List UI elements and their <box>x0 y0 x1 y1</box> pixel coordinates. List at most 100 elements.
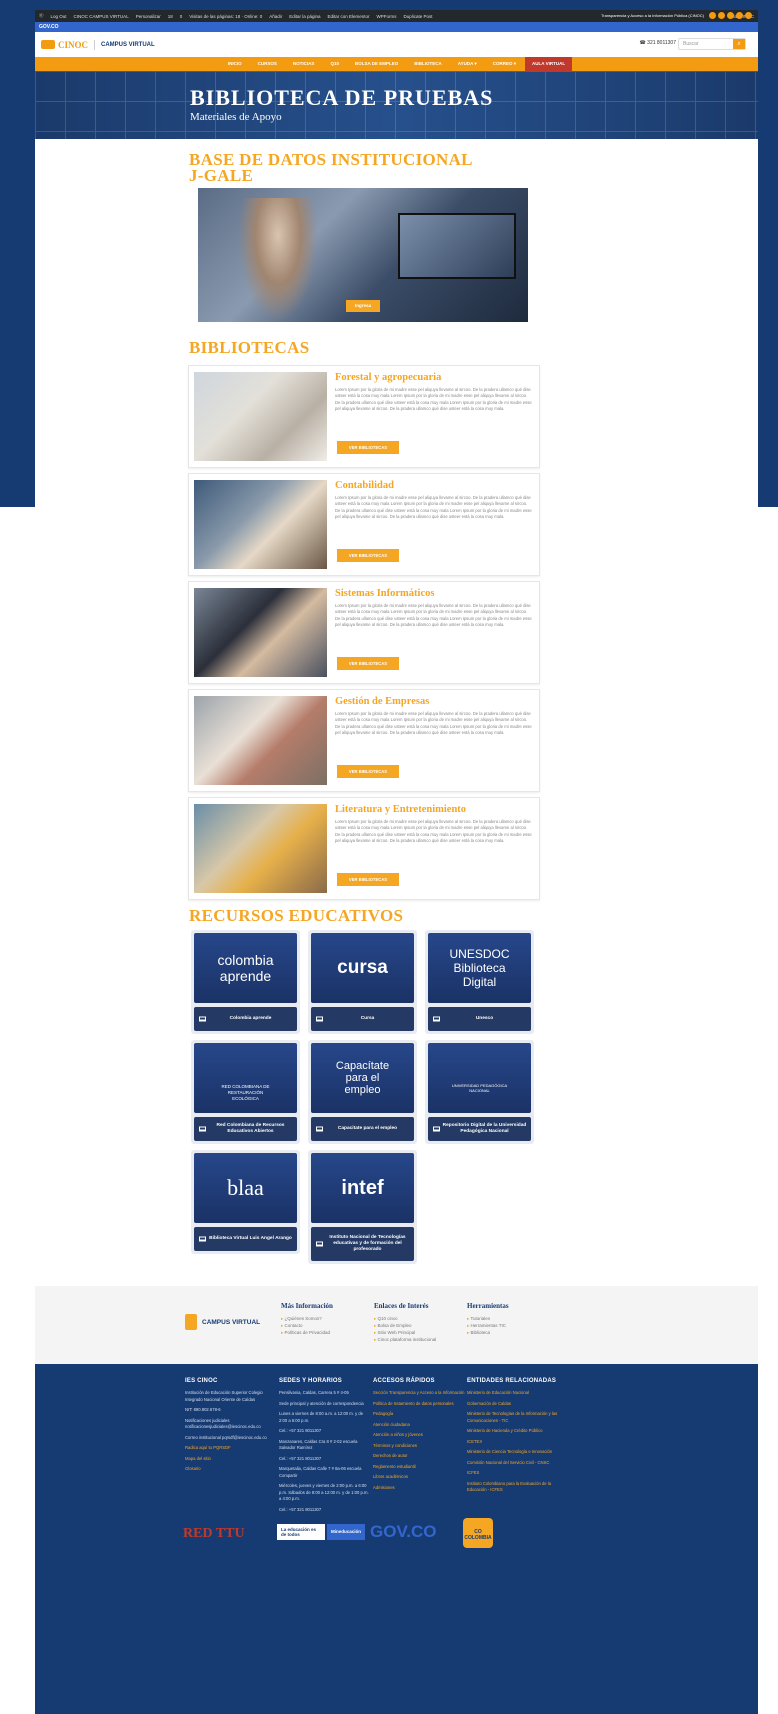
footer-link[interactable]: Mapa del sitio <box>185 1456 277 1463</box>
footer-col-mas-info: Más Información ¿Quiénes Somos? Contacto… <box>281 1302 333 1336</box>
ver-bibliotecas-button[interactable]: VER BIBLIOTECAS <box>337 873 399 886</box>
resource-card-colombia-aprende[interactable]: colombia aprende Colombia aprende <box>191 930 300 1034</box>
red-restauracion-logo: RED COLOMBIANA DE RESTAURACIÓN ECOLÓGICA <box>194 1043 297 1113</box>
nav-aula-virtual[interactable]: AULA VIRTUAL <box>525 57 573 71</box>
footer-link[interactable]: Bolsa de Empleo <box>374 1322 436 1329</box>
mineducacion-logo[interactable]: Mineducación <box>327 1524 366 1540</box>
resource-card-upn[interactable]: UNIVERSIDAD PEDAGÓGICA NACIONAL Reposito… <box>425 1040 534 1144</box>
footer-link[interactable]: Admisiones <box>373 1485 465 1492</box>
resource-card-cursa[interactable]: cursa Cursa <box>308 930 417 1034</box>
footer-link[interactable]: Contacto <box>281 1322 333 1329</box>
nav-biblioteca[interactable]: BIBLIOTECA <box>407 57 449 71</box>
twitter-icon[interactable] <box>718 12 725 19</box>
admin-customize[interactable]: Personalizar <box>136 14 161 19</box>
resource-card-blaa[interactable]: blaa Biblioteca Virtual Luis Angel Arang… <box>191 1150 300 1254</box>
ver-bibliotecas-button[interactable]: VER BIBLIOTECAS <box>337 441 399 454</box>
footer-link[interactable]: Atención a niños y jóvenes <box>373 1432 465 1439</box>
admin-comments[interactable]: 0 <box>180 14 183 19</box>
footer-link[interactable]: Cinoc plataforma institucional <box>374 1336 437 1343</box>
footer-link[interactable]: Herramientas TIC <box>467 1322 509 1329</box>
search-input[interactable]: Buscar ⌕ <box>678 38 746 50</box>
educacion-logo[interactable]: La educación es de todos <box>277 1524 325 1540</box>
footer-logo[interactable]: CAMPUS VIRTUAL <box>185 1314 260 1330</box>
footer-text: Pensilvania, Caldas, Carrera 5 # 4-05 <box>279 1390 349 1395</box>
footer-link[interactable]: Radica aquí tu PQRSDF <box>185 1445 277 1452</box>
nav-correo[interactable]: CORREO ▾ <box>486 57 523 71</box>
footer-link[interactable]: Tutoriales <box>467 1315 509 1322</box>
nav-ayuda[interactable]: AYUDA ▾ <box>451 57 484 71</box>
footer-link[interactable]: ¿Quiénes Somos? <box>281 1315 333 1322</box>
recursos-title: RECURSOS EDUCATIVOS <box>189 906 404 925</box>
resource-card-unesco[interactable]: UNESDOC Biblioteca Digital Unesco <box>425 930 534 1034</box>
footer-link[interactable]: ICFES <box>467 1470 559 1477</box>
footer-link[interactable]: Reglamento estudiantil <box>373 1464 465 1471</box>
footer-link[interactable]: Atención ciudadana <box>373 1422 465 1429</box>
resource-label: Repositorio Digital de la Universidad Pe… <box>428 1117 531 1141</box>
gov-logo[interactable]: GOV.CO <box>39 24 59 30</box>
footer-link[interactable]: Ministerio de Hacienda y Crédito Público <box>467 1428 559 1435</box>
footer-link[interactable]: Sitio Web Principal <box>374 1329 436 1336</box>
footer-link[interactable]: Comisión Nacional del Servicio Civil - C… <box>467 1460 559 1467</box>
library-card: Literatura y Entretenimiento Lorem Ipsum… <box>188 797 540 900</box>
resource-card-intef[interactable]: intef Instituto Nacional de Tecnologías … <box>308 1150 417 1264</box>
jgale-screen-image <box>398 213 516 279</box>
wp-logo-icon[interactable]: ⓪ <box>39 13 44 19</box>
jgale-ingresa-button[interactable]: Ingresa <box>346 300 380 312</box>
footer-link[interactable]: Ministerio de Educación Nacional <box>467 1390 559 1397</box>
footer-link[interactable]: Glosario <box>185 1466 277 1473</box>
nav-bolsa-empleo[interactable]: BOLSA DE EMPLEO <box>348 57 405 71</box>
footer-column: ACCESOS RÁPIDOS Sección Transparencia y A… <box>373 1378 465 1495</box>
nav-q10[interactable]: Q10 <box>323 57 346 71</box>
admin-site[interactable]: CINOC CAMPUS VIRTUAL <box>74 14 129 19</box>
admin-elementor[interactable]: Editar con Elementor <box>328 14 370 19</box>
linkedin-icon[interactable] <box>745 12 752 19</box>
resource-label-text: Colombia aprende <box>229 1016 272 1021</box>
resource-card-capacitate[interactable]: Capacítate para el empleo Capacitate par… <box>308 1040 417 1144</box>
footer-link[interactable]: Ministerio de Tecnologías de la Informac… <box>467 1411 559 1424</box>
jgale-banner[interactable]: Ingresa <box>198 188 528 322</box>
admin-updates[interactable]: 18 <box>168 14 173 19</box>
facebook-icon[interactable] <box>709 12 716 19</box>
footer-link[interactable]: Términos y condiciones <box>373 1443 465 1450</box>
footer-col-title: Más Información <box>281 1302 333 1310</box>
govco-logo[interactable]: GOV.CO <box>370 1522 436 1542</box>
transparency-label[interactable]: Transparencia y Acceso a la Información … <box>601 13 704 18</box>
youtube-icon[interactable] <box>736 12 743 19</box>
footer-link[interactable]: Ministerio de Ciencia Tecnología e Innov… <box>467 1449 559 1456</box>
footer-link[interactable]: Pedagogía <box>373 1411 465 1418</box>
nav-cursos[interactable]: CURSOS <box>251 57 284 71</box>
laptop-icon <box>433 1016 440 1022</box>
footer-link[interactable]: Derechos de autor <box>373 1453 465 1460</box>
colombia-logo[interactable]: CO COLOMBIA <box>463 1518 493 1548</box>
footer-link[interactable]: Gobernación de Caldas <box>467 1401 559 1408</box>
footer-link[interactable]: Sección Transparencia y Acceso a la Info… <box>373 1390 465 1397</box>
footer-link[interactable]: Libros académicos <box>373 1474 465 1481</box>
footer-text: Cel.: +57 321 8011307 <box>279 1455 322 1461</box>
footer-link[interactable]: Políticas de Privacidad <box>281 1329 333 1336</box>
footer-link[interactable]: Instituto Colombiano para la Evaluación … <box>467 1481 559 1494</box>
cursa-logo: cursa <box>311 933 414 1003</box>
footer-link[interactable]: Q10 cinoc <box>374 1315 436 1322</box>
red-ttu-logo[interactable]: RED TTU <box>183 1526 245 1542</box>
admin-add[interactable]: Añadir <box>269 14 282 19</box>
admin-logout[interactable]: Log Out <box>51 14 67 19</box>
footer-link[interactable]: Política de tratamiento de datos persona… <box>373 1401 465 1408</box>
admin-wpforms[interactable]: WPForms <box>377 14 397 19</box>
nav-noticias[interactable]: NOTICIAS <box>286 57 322 71</box>
nav-inicio[interactable]: INICIO <box>221 57 249 71</box>
instagram-icon[interactable] <box>727 12 734 19</box>
site-logo[interactable]: CINOC <box>41 40 88 50</box>
footer-col-herramientas: Herramientas Tutoriales Herramientas TIC… <box>467 1302 509 1336</box>
admin-stats[interactable]: Visitas de las páginas: 18 · Online: 0 <box>189 14 262 19</box>
resource-label-text: Biblioteca Virtual Luis Angel Arango <box>209 1236 292 1241</box>
resource-card-red-colombiana[interactable]: RED COLOMBIANA DE RESTAURACIÓN ECOLÓGICA… <box>191 1040 300 1144</box>
ver-bibliotecas-button[interactable]: VER BIBLIOTECAS <box>337 549 399 562</box>
ver-bibliotecas-button[interactable]: VER BIBLIOTECAS <box>337 657 399 670</box>
search-icon[interactable]: ⌕ <box>733 39 745 49</box>
footer-link[interactable]: Biblioteca <box>467 1329 509 1336</box>
footer-text: Marquetalia, Caldas Calle 7 # 8a-06 escu… <box>279 1466 362 1478</box>
admin-edit-page[interactable]: Editar la página <box>289 14 320 19</box>
ver-bibliotecas-button[interactable]: VER BIBLIOTECAS <box>337 765 399 778</box>
footer-link[interactable]: ICETEX <box>467 1439 559 1446</box>
admin-duplicate[interactable]: Duplicate Post <box>404 14 433 19</box>
